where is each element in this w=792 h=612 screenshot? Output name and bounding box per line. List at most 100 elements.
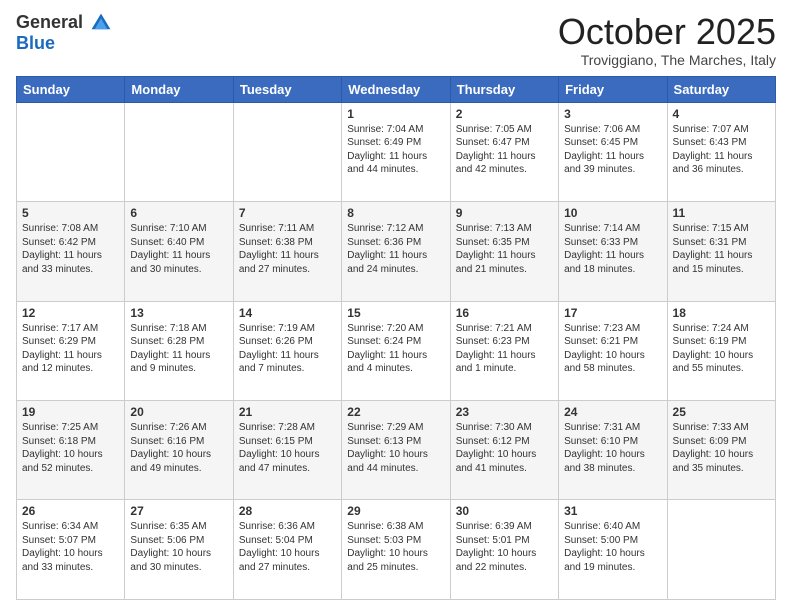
day-number: 10 bbox=[564, 206, 661, 220]
calendar-cell: 16 Sunrise: 7:21 AMSunset: 6:23 PMDaylig… bbox=[450, 301, 558, 400]
logo-general: General bbox=[16, 12, 112, 34]
cell-info: Sunrise: 7:05 AMSunset: 6:47 PMDaylight:… bbox=[456, 124, 536, 176]
calendar-cell: 26 Sunrise: 6:34 AMSunset: 5:07 PMDaylig… bbox=[17, 500, 125, 600]
calendar-cell: 2 Sunrise: 7:05 AMSunset: 6:47 PMDayligh… bbox=[450, 102, 558, 201]
logo-blue: Blue bbox=[16, 33, 55, 53]
day-number: 27 bbox=[130, 504, 227, 518]
calendar-week-0: 1 Sunrise: 7:04 AMSunset: 6:49 PMDayligh… bbox=[17, 102, 776, 201]
cell-info: Sunrise: 7:26 AMSunset: 6:16 PMDaylight:… bbox=[130, 422, 211, 474]
logo: General Blue bbox=[16, 12, 112, 54]
col-thursday: Thursday bbox=[450, 76, 558, 102]
day-number: 12 bbox=[22, 306, 119, 320]
calendar-header-row: Sunday Monday Tuesday Wednesday Thursday… bbox=[17, 76, 776, 102]
calendar-cell bbox=[667, 500, 775, 600]
cell-info: Sunrise: 7:30 AMSunset: 6:12 PMDaylight:… bbox=[456, 422, 537, 474]
day-number: 22 bbox=[347, 405, 444, 419]
location-subtitle: Troviggiano, The Marches, Italy bbox=[558, 52, 776, 68]
cell-info: Sunrise: 7:18 AMSunset: 6:28 PMDaylight:… bbox=[130, 323, 210, 375]
page: General Blue October 2025 Troviggiano, T… bbox=[0, 0, 792, 612]
cell-info: Sunrise: 7:06 AMSunset: 6:45 PMDaylight:… bbox=[564, 124, 644, 176]
calendar-cell: 12 Sunrise: 7:17 AMSunset: 6:29 PMDaylig… bbox=[17, 301, 125, 400]
calendar-cell: 17 Sunrise: 7:23 AMSunset: 6:21 PMDaylig… bbox=[559, 301, 667, 400]
cell-info: Sunrise: 7:17 AMSunset: 6:29 PMDaylight:… bbox=[22, 323, 102, 375]
day-number: 8 bbox=[347, 206, 444, 220]
day-number: 28 bbox=[239, 504, 336, 518]
day-number: 9 bbox=[456, 206, 553, 220]
cell-info: Sunrise: 7:23 AMSunset: 6:21 PMDaylight:… bbox=[564, 323, 645, 375]
calendar-cell bbox=[125, 102, 233, 201]
day-number: 31 bbox=[564, 504, 661, 518]
calendar-cell: 15 Sunrise: 7:20 AMSunset: 6:24 PMDaylig… bbox=[342, 301, 450, 400]
day-number: 18 bbox=[673, 306, 770, 320]
calendar-cell: 9 Sunrise: 7:13 AMSunset: 6:35 PMDayligh… bbox=[450, 202, 558, 301]
day-number: 5 bbox=[22, 206, 119, 220]
cell-info: Sunrise: 7:31 AMSunset: 6:10 PMDaylight:… bbox=[564, 422, 645, 474]
day-number: 26 bbox=[22, 504, 119, 518]
cell-info: Sunrise: 7:07 AMSunset: 6:43 PMDaylight:… bbox=[673, 124, 753, 176]
col-monday: Monday bbox=[125, 76, 233, 102]
calendar-cell: 27 Sunrise: 6:35 AMSunset: 5:06 PMDaylig… bbox=[125, 500, 233, 600]
day-number: 11 bbox=[673, 206, 770, 220]
calendar-table: Sunday Monday Tuesday Wednesday Thursday… bbox=[16, 76, 776, 600]
day-number: 2 bbox=[456, 107, 553, 121]
cell-info: Sunrise: 6:35 AMSunset: 5:06 PMDaylight:… bbox=[130, 521, 211, 573]
header: General Blue October 2025 Troviggiano, T… bbox=[16, 12, 776, 68]
calendar-cell: 21 Sunrise: 7:28 AMSunset: 6:15 PMDaylig… bbox=[233, 401, 341, 500]
day-number: 17 bbox=[564, 306, 661, 320]
calendar-cell: 20 Sunrise: 7:26 AMSunset: 6:16 PMDaylig… bbox=[125, 401, 233, 500]
cell-info: Sunrise: 7:20 AMSunset: 6:24 PMDaylight:… bbox=[347, 323, 427, 375]
cell-info: Sunrise: 7:33 AMSunset: 6:09 PMDaylight:… bbox=[673, 422, 754, 474]
calendar-cell: 24 Sunrise: 7:31 AMSunset: 6:10 PMDaylig… bbox=[559, 401, 667, 500]
title-block: October 2025 Troviggiano, The Marches, I… bbox=[558, 12, 776, 68]
cell-info: Sunrise: 7:25 AMSunset: 6:18 PMDaylight:… bbox=[22, 422, 103, 474]
cell-info: Sunrise: 7:19 AMSunset: 6:26 PMDaylight:… bbox=[239, 323, 319, 375]
calendar-body: 1 Sunrise: 7:04 AMSunset: 6:49 PMDayligh… bbox=[17, 102, 776, 599]
month-title: October 2025 bbox=[558, 12, 776, 52]
col-sunday: Sunday bbox=[17, 76, 125, 102]
calendar-cell: 25 Sunrise: 7:33 AMSunset: 6:09 PMDaylig… bbox=[667, 401, 775, 500]
cell-info: Sunrise: 6:34 AMSunset: 5:07 PMDaylight:… bbox=[22, 521, 103, 573]
calendar-cell bbox=[233, 102, 341, 201]
logo-icon bbox=[90, 12, 112, 34]
calendar-cell: 3 Sunrise: 7:06 AMSunset: 6:45 PMDayligh… bbox=[559, 102, 667, 201]
cell-info: Sunrise: 7:12 AMSunset: 6:36 PMDaylight:… bbox=[347, 223, 427, 275]
calendar-cell: 22 Sunrise: 7:29 AMSunset: 6:13 PMDaylig… bbox=[342, 401, 450, 500]
day-number: 21 bbox=[239, 405, 336, 419]
cell-info: Sunrise: 6:39 AMSunset: 5:01 PMDaylight:… bbox=[456, 521, 537, 573]
calendar-cell: 10 Sunrise: 7:14 AMSunset: 6:33 PMDaylig… bbox=[559, 202, 667, 301]
day-number: 30 bbox=[456, 504, 553, 518]
day-number: 6 bbox=[130, 206, 227, 220]
cell-info: Sunrise: 6:38 AMSunset: 5:03 PMDaylight:… bbox=[347, 521, 428, 573]
day-number: 20 bbox=[130, 405, 227, 419]
calendar-week-3: 19 Sunrise: 7:25 AMSunset: 6:18 PMDaylig… bbox=[17, 401, 776, 500]
calendar-cell: 6 Sunrise: 7:10 AMSunset: 6:40 PMDayligh… bbox=[125, 202, 233, 301]
calendar-week-4: 26 Sunrise: 6:34 AMSunset: 5:07 PMDaylig… bbox=[17, 500, 776, 600]
calendar-cell: 18 Sunrise: 7:24 AMSunset: 6:19 PMDaylig… bbox=[667, 301, 775, 400]
calendar-cell: 13 Sunrise: 7:18 AMSunset: 6:28 PMDaylig… bbox=[125, 301, 233, 400]
calendar-cell: 14 Sunrise: 7:19 AMSunset: 6:26 PMDaylig… bbox=[233, 301, 341, 400]
day-number: 25 bbox=[673, 405, 770, 419]
day-number: 15 bbox=[347, 306, 444, 320]
calendar-cell: 29 Sunrise: 6:38 AMSunset: 5:03 PMDaylig… bbox=[342, 500, 450, 600]
col-friday: Friday bbox=[559, 76, 667, 102]
calendar-cell: 19 Sunrise: 7:25 AMSunset: 6:18 PMDaylig… bbox=[17, 401, 125, 500]
day-number: 29 bbox=[347, 504, 444, 518]
calendar-cell: 1 Sunrise: 7:04 AMSunset: 6:49 PMDayligh… bbox=[342, 102, 450, 201]
cell-info: Sunrise: 6:40 AMSunset: 5:00 PMDaylight:… bbox=[564, 521, 645, 573]
calendar-cell: 28 Sunrise: 6:36 AMSunset: 5:04 PMDaylig… bbox=[233, 500, 341, 600]
cell-info: Sunrise: 7:08 AMSunset: 6:42 PMDaylight:… bbox=[22, 223, 102, 275]
col-saturday: Saturday bbox=[667, 76, 775, 102]
calendar-cell: 23 Sunrise: 7:30 AMSunset: 6:12 PMDaylig… bbox=[450, 401, 558, 500]
col-wednesday: Wednesday bbox=[342, 76, 450, 102]
day-number: 1 bbox=[347, 107, 444, 121]
day-number: 14 bbox=[239, 306, 336, 320]
calendar-cell: 4 Sunrise: 7:07 AMSunset: 6:43 PMDayligh… bbox=[667, 102, 775, 201]
cell-info: Sunrise: 7:13 AMSunset: 6:35 PMDaylight:… bbox=[456, 223, 536, 275]
cell-info: Sunrise: 7:24 AMSunset: 6:19 PMDaylight:… bbox=[673, 323, 754, 375]
day-number: 19 bbox=[22, 405, 119, 419]
cell-info: Sunrise: 7:21 AMSunset: 6:23 PMDaylight:… bbox=[456, 323, 536, 375]
cell-info: Sunrise: 7:11 AMSunset: 6:38 PMDaylight:… bbox=[239, 223, 319, 275]
cell-info: Sunrise: 7:10 AMSunset: 6:40 PMDaylight:… bbox=[130, 223, 210, 275]
calendar-cell: 30 Sunrise: 6:39 AMSunset: 5:01 PMDaylig… bbox=[450, 500, 558, 600]
day-number: 4 bbox=[673, 107, 770, 121]
